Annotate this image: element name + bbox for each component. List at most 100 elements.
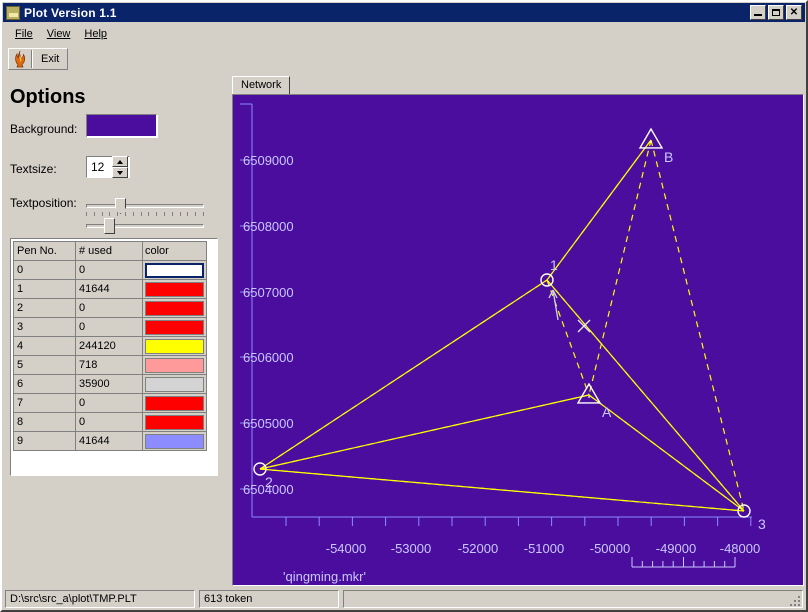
textsize-value: 12 — [91, 160, 105, 174]
minimize-button[interactable] — [750, 5, 766, 20]
status-bar: D:\src\src_a\plot\TMP.PLT 613 token — [3, 589, 805, 609]
cell-pen-no: 6 — [13, 374, 76, 394]
cell-color[interactable] — [142, 431, 207, 451]
tab-network[interactable]: Network — [232, 76, 291, 95]
exit-button[interactable]: Exit — [8, 48, 69, 70]
pen-table-body: 0 0 1 41644 2 0 3 0 4 244120 5 718 6 35900 7 0 8 0 9 41644 — [13, 260, 207, 451]
slider-thumb[interactable] — [104, 218, 115, 234]
textsize-stepper[interactable] — [112, 156, 128, 178]
cell-color[interactable] — [142, 317, 207, 337]
cell-used: 0 — [75, 317, 143, 337]
cell-color[interactable] — [142, 412, 207, 432]
chevron-up-icon — [117, 159, 123, 164]
menu-bar: File View Help — [3, 24, 805, 43]
cell-used: 41644 — [75, 279, 143, 299]
cell-used: 0 — [75, 298, 143, 318]
cell-used: 0 — [75, 260, 143, 280]
cell-pen-no: 7 — [13, 393, 76, 413]
y-axis-tick-label: 6506000 — [243, 350, 294, 365]
column-header-used: # used — [75, 241, 143, 261]
options-heading: Options — [10, 86, 86, 108]
pen-color-swatch[interactable] — [145, 433, 204, 449]
cell-pen-no: 0 — [13, 260, 76, 280]
textsize-increment-button[interactable] — [112, 156, 128, 167]
cell-color[interactable] — [142, 336, 207, 356]
cell-used: 35900 — [75, 374, 143, 394]
slider-tick-marks — [86, 212, 204, 217]
menu-item-file[interactable]: File — [8, 26, 40, 42]
plot-canvas[interactable]: 6509000 6508000 6507000 6506000 6505000 65040… — [232, 94, 804, 586]
pen-color-swatch[interactable] — [145, 300, 204, 316]
pen-color-swatch[interactable] — [145, 281, 204, 297]
network-node[interactable] — [638, 127, 664, 149]
column-header-pen-no: Pen No. — [13, 241, 76, 261]
y-axis-tick-label: 6505000 — [243, 416, 294, 431]
table-row[interactable]: 20 — [13, 298, 207, 318]
cell-pen-no: 5 — [13, 355, 76, 375]
cell-color[interactable] — [142, 355, 207, 375]
table-row[interactable]: 70 — [13, 393, 207, 413]
textposition-slider-vertical[interactable] — [86, 218, 204, 234]
x-axis-tick-label: -48000 — [720, 541, 760, 556]
window-controls: ✕ — [750, 5, 802, 20]
cell-color[interactable] — [142, 298, 207, 318]
table-row[interactable]: 5 718 — [13, 355, 207, 375]
network-edge-solid — [259, 394, 590, 470]
maximize-button[interactable] — [768, 5, 784, 20]
tool-bar: Exit — [3, 45, 805, 73]
textsize-decrement-button[interactable] — [112, 167, 128, 178]
x-axis-tick-label: -51000 — [524, 541, 564, 556]
plot-caption: 'qingming.mkr' — [283, 569, 366, 584]
pen-color-swatch[interactable] — [145, 414, 204, 430]
status-token-count: 613 token — [199, 590, 339, 608]
network-edge-solid — [259, 279, 548, 470]
status-extra — [343, 590, 803, 608]
y-axis-tick-label: 6507000 — [243, 285, 294, 300]
pen-color-swatch[interactable] — [145, 376, 204, 392]
x-axis-tick-label: -53000 — [391, 541, 431, 556]
table-row[interactable]: 30 — [13, 317, 207, 337]
table-row[interactable]: 6 35900 — [13, 374, 207, 394]
menu-item-view[interactable]: View — [40, 26, 78, 42]
menu-item-help[interactable]: Help — [77, 26, 114, 42]
x-axis-tick-label: -52000 — [458, 541, 498, 556]
network-node-label: 2 — [265, 474, 273, 490]
table-row[interactable]: 1 41644 — [13, 279, 207, 299]
table-row[interactable]: 4 244120 — [13, 336, 207, 356]
network-node-label: 3 — [758, 516, 766, 532]
resize-grip-icon[interactable] — [788, 594, 800, 606]
pen-color-swatch[interactable] — [145, 319, 204, 335]
cell-color[interactable] — [142, 279, 207, 299]
close-button[interactable]: ✕ — [786, 5, 802, 20]
network-node-label: B — [664, 149, 673, 165]
pen-color-swatch[interactable] — [145, 395, 204, 411]
flame-icon — [9, 49, 31, 69]
table-header-row: Pen No. # used color — [13, 241, 207, 261]
menu-item-view-label: View — [46, 27, 71, 40]
pen-color-swatch[interactable] — [145, 357, 204, 373]
window-title: Plot Version 1.1 — [24, 5, 117, 20]
cell-used: 41644 — [75, 431, 143, 451]
cell-color[interactable] — [142, 393, 207, 413]
cell-pen-no: 8 — [13, 412, 76, 432]
tab-strip: Network — [232, 76, 804, 95]
pen-color-swatch[interactable] — [145, 338, 204, 354]
pen-table: Pen No. # used color 0 0 1 41644 2 0 3 0 4 244120… — [13, 241, 207, 451]
cell-color[interactable] — [142, 260, 207, 280]
background-color-swatch[interactable] — [86, 114, 158, 138]
menu-item-file-label: File — [15, 27, 33, 40]
application-window: Plot Version 1.1 ✕ File View Help Exit O… — [0, 0, 808, 612]
x-axis-tick-label: -54000 — [326, 541, 366, 556]
cell-color[interactable] — [142, 374, 207, 394]
column-header-color: color — [142, 241, 207, 261]
network-edge — [650, 139, 745, 512]
table-row[interactable]: 9 41644 — [13, 431, 207, 451]
network-plot-svg: 6509000650800065070006506000650500065040… — [240, 103, 766, 584]
pen-color-swatch[interactable] — [145, 262, 204, 278]
app-icon — [6, 5, 20, 20]
title-bar: Plot Version 1.1 ✕ — [3, 3, 805, 22]
chevron-down-icon — [117, 170, 123, 175]
table-row[interactable]: 80 — [13, 412, 207, 432]
network-edge-solid — [259, 468, 745, 512]
table-row[interactable]: 00 — [13, 260, 207, 280]
